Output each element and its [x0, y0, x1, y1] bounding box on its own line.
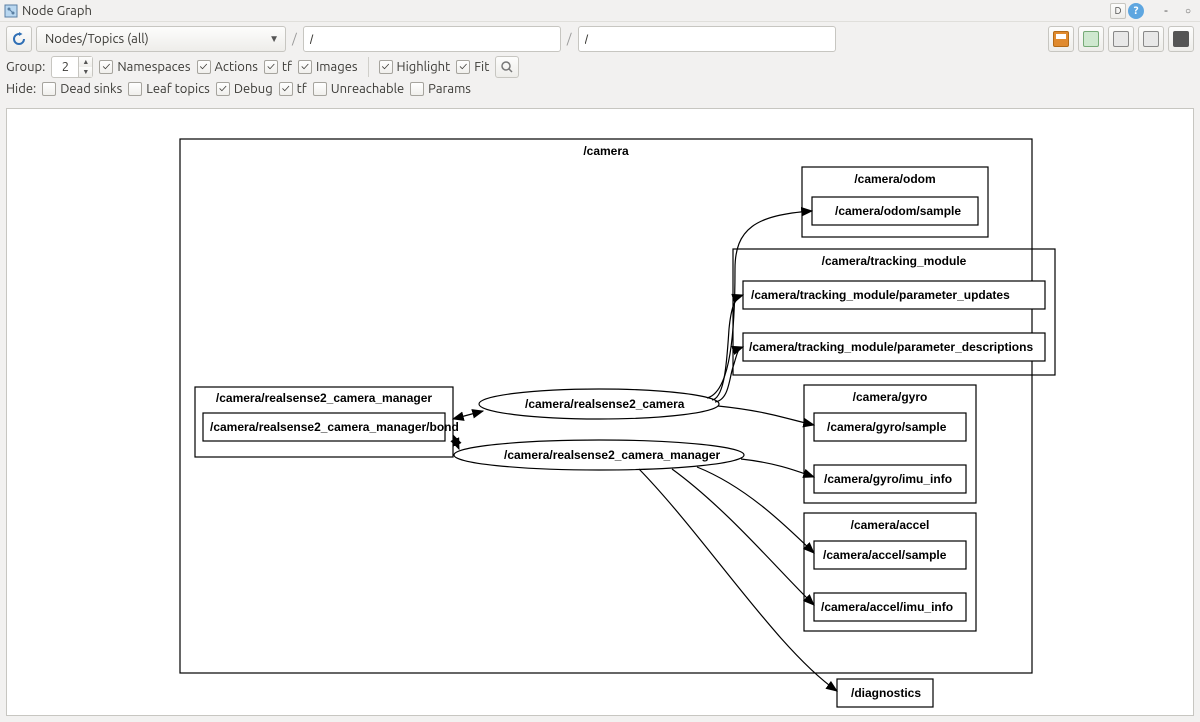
gen-icon	[1113, 31, 1129, 47]
topic-diagnostics-label: /diagnostics	[851, 686, 921, 700]
separator	[368, 57, 369, 77]
topic-filter-input[interactable]	[578, 26, 836, 52]
app-icon	[4, 4, 18, 18]
toolbar-row-2: Group: 2 ▲▼ ✓Namespaces ✓Actions ✓tf ✓Im…	[0, 54, 1200, 80]
node-realsense2-camera-manager-label: /camera/realsense2_camera_manager	[504, 448, 720, 462]
save-icon	[1053, 31, 1069, 47]
edge-camera-gyro-sample	[718, 406, 814, 425]
group-depth-value: 2	[52, 60, 78, 74]
topic-tracking-pu-label: /camera/tracking_module/parameter_update…	[751, 288, 1010, 302]
topic-accel-sample-label: /camera/accel/sample	[823, 548, 947, 562]
graph-canvas[interactable]: /camera /camera/realsense2_camera_manage…	[6, 108, 1194, 716]
gen-icon	[1143, 31, 1159, 47]
edge-mgr-gyro-imu	[741, 459, 814, 477]
zoom-icon	[500, 60, 514, 74]
leaf-topics-checkbox[interactable]: Leaf topics	[128, 82, 210, 96]
save-image-button[interactable]	[1048, 26, 1074, 52]
topic-tracking-pd-label: /camera/tracking_module/parameter_descri…	[749, 340, 1033, 354]
zoom-button[interactable]	[495, 56, 519, 78]
title-bar: Node Graph D ? - ○	[0, 0, 1200, 22]
gen-icon	[1173, 31, 1189, 47]
edge-camera-track-pu	[712, 295, 743, 400]
node-realsense2-camera-label: /camera/realsense2_camera	[525, 397, 685, 411]
action-button-2[interactable]	[1108, 26, 1134, 52]
edge-bond-mgr	[453, 435, 459, 449]
fit-checkbox[interactable]: ✓Fit	[456, 60, 489, 74]
edge-bond-camera	[453, 411, 483, 419]
help-icon[interactable]: ?	[1128, 3, 1144, 19]
dead-sinks-checkbox[interactable]: Dead sinks	[42, 82, 122, 96]
topic-gyro-sample-label: /camera/gyro/sample	[827, 420, 947, 434]
minimize-icon[interactable]: -	[1158, 3, 1174, 19]
hide-label: Hide:	[6, 82, 36, 96]
action-button-1[interactable]	[1078, 26, 1104, 52]
window-title: Node Graph	[22, 4, 92, 18]
toolbar-row-3: Hide: Dead sinks Leaf topics ✓Debug ✓tf …	[0, 80, 1200, 98]
edge-mgr-accel-imu	[672, 469, 814, 605]
view-mode-label: Nodes/Topics (all)	[45, 32, 149, 46]
namespaces-checkbox[interactable]: ✓Namespaces	[99, 60, 190, 74]
topic-accel-imu-label: /camera/accel/imu_info	[821, 600, 953, 614]
actions-checkbox[interactable]: ✓Actions	[197, 60, 258, 74]
debug-checkbox[interactable]: ✓Debug	[216, 82, 273, 96]
topic-gyro-imu-label: /camera/gyro/imu_info	[824, 472, 952, 486]
separator: /	[565, 32, 574, 46]
cluster-camera-label: /camera	[583, 144, 629, 158]
refresh-button[interactable]	[6, 26, 32, 52]
params-checkbox[interactable]: Params	[410, 82, 471, 96]
edge-mgr-diagnostics	[639, 469, 837, 691]
chevron-down-icon: ▼	[269, 33, 279, 45]
view-mode-combo[interactable]: Nodes/Topics (all) ▼	[36, 26, 286, 52]
refresh-icon	[11, 31, 27, 47]
d-button[interactable]: D	[1110, 3, 1126, 19]
cluster-accel-label: /camera/accel	[851, 518, 930, 532]
spinner-down-icon[interactable]: ▼	[79, 67, 92, 77]
separator: /	[290, 32, 299, 46]
gen-icon	[1083, 31, 1099, 47]
cluster-odom-label: /camera/odom	[854, 172, 935, 186]
action-button-4[interactable]	[1168, 26, 1194, 52]
group-label: Group:	[6, 60, 45, 74]
toolbar-row-1: Nodes/Topics (all) ▼ / /	[0, 22, 1200, 54]
group-depth-spinner[interactable]: 2 ▲▼	[51, 56, 93, 78]
tf-group-checkbox[interactable]: ✓tf	[264, 60, 292, 74]
node-filter-input[interactable]	[303, 26, 561, 52]
topic-manager-bond-label: /camera/realsense2_camera_manager/bond	[210, 420, 459, 434]
highlight-checkbox[interactable]: ✓Highlight	[379, 60, 451, 74]
tf-hide-checkbox[interactable]: ✓tf	[279, 82, 307, 96]
cluster-manager-label: /camera/realsense2_camera_manager	[216, 391, 432, 405]
topic-odom-sample-label: /camera/odom/sample	[835, 204, 961, 218]
action-button-3[interactable]	[1138, 26, 1164, 52]
edge-mgr-accel-sample	[697, 467, 814, 553]
spinner-up-icon[interactable]: ▲	[79, 57, 92, 67]
unreachable-checkbox[interactable]: Unreachable	[313, 82, 404, 96]
cluster-gyro-label: /camera/gyro	[853, 390, 928, 404]
maximize-icon[interactable]: ○	[1180, 3, 1196, 19]
graph-svg: /camera /camera/realsense2_camera_manage…	[7, 109, 1193, 715]
cluster-tracking-label: /camera/tracking_module	[822, 254, 967, 268]
images-checkbox[interactable]: ✓Images	[298, 60, 358, 74]
